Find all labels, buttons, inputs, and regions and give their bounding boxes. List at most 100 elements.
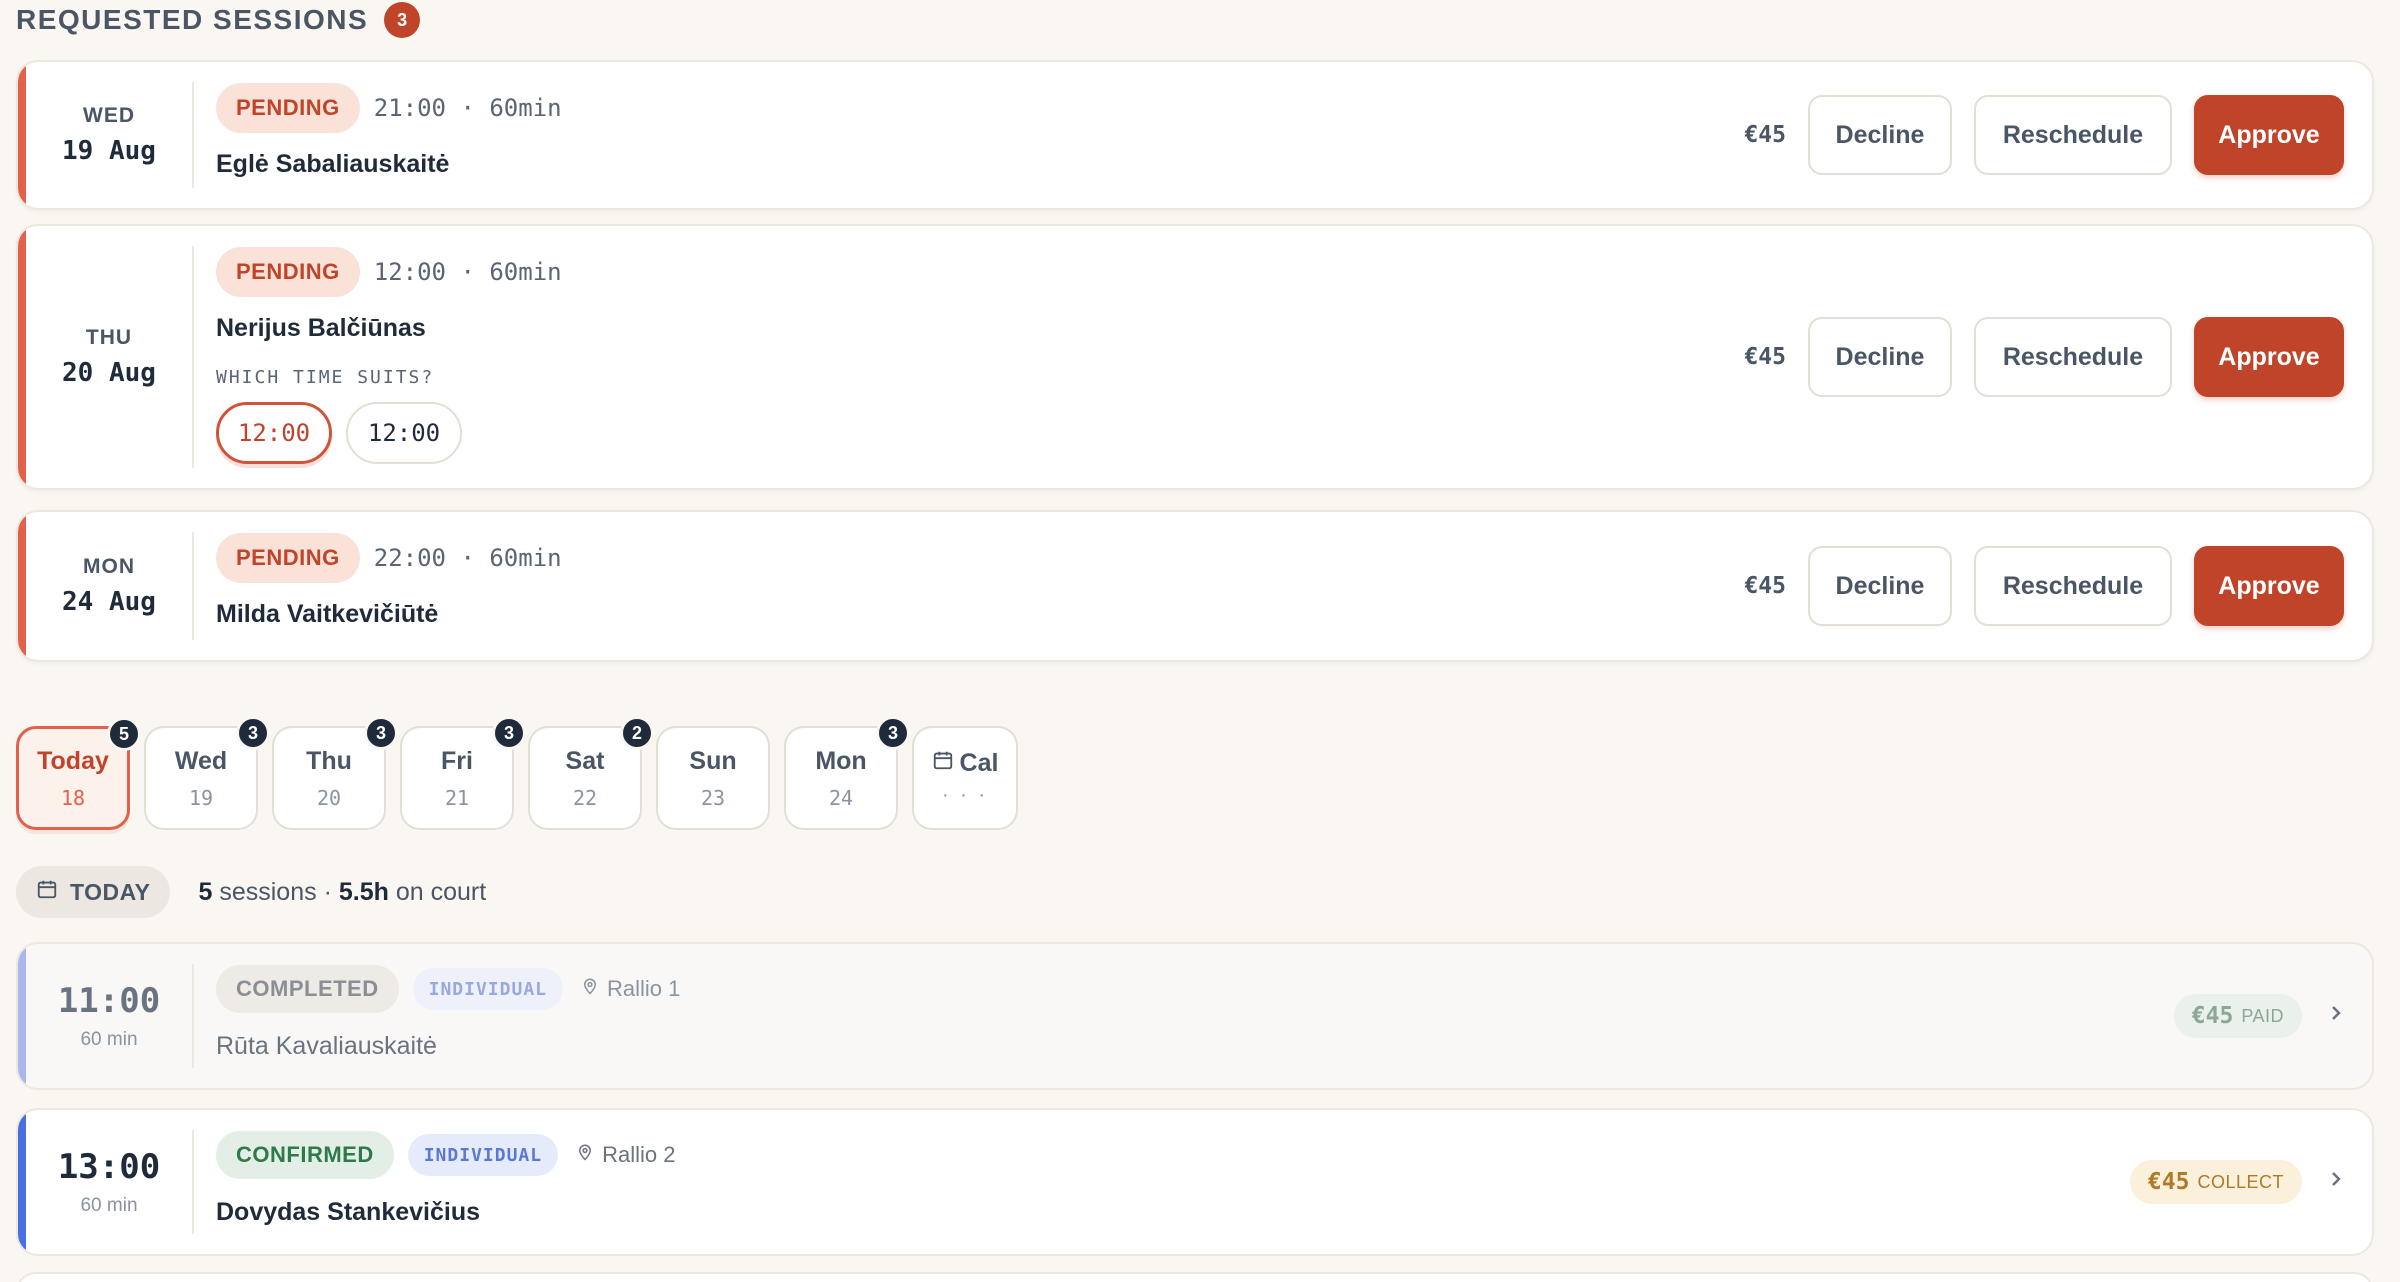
session-count-badge: 3 xyxy=(876,716,910,750)
request-date: MON 24 Aug xyxy=(26,512,192,660)
approve-button[interactable]: Approve xyxy=(2194,95,2344,175)
divider xyxy=(192,82,194,188)
session-count-badge: 3 xyxy=(492,716,526,750)
location: Rallio 1 xyxy=(581,976,680,1002)
session-type-badge: INDIVIDUAL xyxy=(407,1134,559,1176)
status-badge: COMPLETED xyxy=(216,965,399,1013)
request-card: THU 20 Aug PENDING 12:00 · 60min Nerijus… xyxy=(16,224,2374,490)
reschedule-button[interactable]: Reschedule xyxy=(1974,95,2172,175)
request-card: WED 19 Aug PENDING 21:00 · 60min Eglė Sa… xyxy=(16,60,2374,210)
day-chip-fri[interactable]: Fri 21 3 xyxy=(400,716,526,830)
separator: · xyxy=(323,877,332,906)
chevron-right-icon[interactable] xyxy=(2328,999,2344,1033)
requested-sessions-header: REQUESTED SESSIONS 3 xyxy=(16,0,421,40)
request-card: MON 24 Aug PENDING 22:00 · 60min Milda V… xyxy=(16,510,2374,662)
day-number: 19 xyxy=(188,785,214,810)
client-name: Eglė Sabaliauskaitė xyxy=(216,150,450,178)
day-chip-sun[interactable]: Sun 23 xyxy=(656,726,770,830)
session-card[interactable]: 13:00 60 min CONFIRMED INDIVIDUAL Rallio… xyxy=(16,1108,2374,1256)
calendar-icon xyxy=(932,749,954,778)
request-weekday: THU xyxy=(85,326,133,349)
day-chip-sat[interactable]: Sat 22 2 xyxy=(528,716,654,830)
request-time-info: 22:00 · 60min xyxy=(373,544,562,572)
approve-button[interactable]: Approve xyxy=(2194,546,2344,626)
payment-amount: €45 xyxy=(2147,1169,2190,1195)
session-card-partial xyxy=(16,1272,2374,1282)
day-number: 22 xyxy=(572,785,598,810)
calendar-button[interactable]: Cal · · · xyxy=(912,726,1018,830)
payment-badge: €45 PAID xyxy=(2173,994,2302,1038)
requested-count-badge: 3 xyxy=(384,2,421,38)
payment-status: COLLECT xyxy=(2197,1171,2284,1192)
location-label: Rallio 1 xyxy=(607,976,681,1001)
session-type-badge: INDIVIDUAL xyxy=(412,968,563,1010)
session-count-badge: 2 xyxy=(620,716,654,750)
request-day-month: 24 Aug xyxy=(62,587,156,617)
price: €45 xyxy=(1744,573,1786,599)
day-number: 24 xyxy=(828,785,854,810)
day-name: Sat xyxy=(565,746,605,775)
sessions-word: sessions xyxy=(219,877,317,906)
day-number: 18 xyxy=(60,785,86,810)
request-time-info: 12:00 · 60min xyxy=(373,258,562,286)
time-option-selected[interactable]: 12:00 xyxy=(216,402,332,464)
reschedule-button[interactable]: Reschedule xyxy=(1974,546,2172,626)
price: €45 xyxy=(1744,344,1786,370)
client-name: Nerijus Balčiūnas xyxy=(216,314,426,342)
divider xyxy=(192,964,194,1068)
chevron-right-icon[interactable] xyxy=(2328,1165,2344,1199)
day-chip-wed[interactable]: Wed 19 3 xyxy=(144,716,270,830)
request-date: WED 19 Aug xyxy=(26,62,192,208)
location-pin-icon xyxy=(576,1142,594,1168)
calendar-label: Cal xyxy=(959,749,999,777)
request-date: THU 20 Aug xyxy=(26,226,192,488)
day-chip-thu[interactable]: Thu 20 3 xyxy=(272,716,398,830)
day-name: Today xyxy=(37,746,109,775)
day-number: 21 xyxy=(444,785,470,810)
session-card[interactable]: 11:00 60 min COMPLETED INDIVIDUAL Rallio… xyxy=(16,942,2374,1090)
request-day-month: 20 Aug xyxy=(62,358,156,388)
session-duration: 60 min xyxy=(80,1029,138,1050)
decline-button[interactable]: Decline xyxy=(1808,317,1952,397)
time-option[interactable]: 12:00 xyxy=(346,402,462,464)
decline-button[interactable]: Decline xyxy=(1808,546,1952,626)
price: €45 xyxy=(1744,122,1786,148)
divider xyxy=(192,246,194,468)
day-chip-mon[interactable]: Mon 24 3 xyxy=(784,716,910,830)
divider xyxy=(192,1130,194,1234)
today-summary-row: TODAY 5 sessions · 5.5h on court xyxy=(16,866,486,918)
session-time: 11:00 60 min xyxy=(26,944,192,1088)
client-name: Dovydas Stankevičius xyxy=(216,1198,481,1226)
decline-button[interactable]: Decline xyxy=(1808,95,1952,175)
request-weekday: WED xyxy=(83,104,135,127)
request-weekday: MON xyxy=(83,555,135,578)
approve-button[interactable]: Approve xyxy=(2194,317,2344,397)
day-name: Sun xyxy=(689,746,737,775)
day-name: Thu xyxy=(306,746,352,775)
status-badge: CONFIRMED xyxy=(216,1131,394,1179)
more-dots: · · · xyxy=(941,784,989,806)
day-name: Mon xyxy=(815,746,867,775)
today-label: TODAY xyxy=(70,878,151,905)
day-number: 20 xyxy=(316,785,342,810)
status-badge: PENDING xyxy=(216,533,360,583)
status-badge: PENDING xyxy=(216,83,360,133)
day-name: Fri xyxy=(441,746,473,775)
court-hours: 5.5h xyxy=(338,877,389,906)
client-name: Rūta Kavaliauskaitė xyxy=(216,1032,437,1060)
client-name: Milda Vaitkevičiūtė xyxy=(216,600,439,628)
payment-badge: €45 COLLECT xyxy=(2129,1160,2302,1204)
section-title: REQUESTED SESSIONS xyxy=(16,4,369,35)
day-chip-today[interactable]: Today 18 5 xyxy=(16,717,141,830)
session-count-badge: 3 xyxy=(236,716,270,750)
session-start-time: 13:00 xyxy=(57,1147,161,1187)
session-time: 13:00 60 min xyxy=(26,1110,192,1254)
day-selector: Today 18 5 Wed 19 3 Thu 20 3 Fri 21 3 Sa… xyxy=(16,716,1018,830)
session-count-badge: 5 xyxy=(107,717,141,751)
day-name: Wed xyxy=(174,746,228,775)
location-label: Rallio 2 xyxy=(602,1142,676,1167)
location: Rallio 2 xyxy=(576,1142,675,1168)
reschedule-button[interactable]: Reschedule xyxy=(1974,317,2172,397)
time-question-label: WHICH TIME SUITS? xyxy=(216,367,435,388)
request-time-info: 21:00 · 60min xyxy=(373,94,562,122)
